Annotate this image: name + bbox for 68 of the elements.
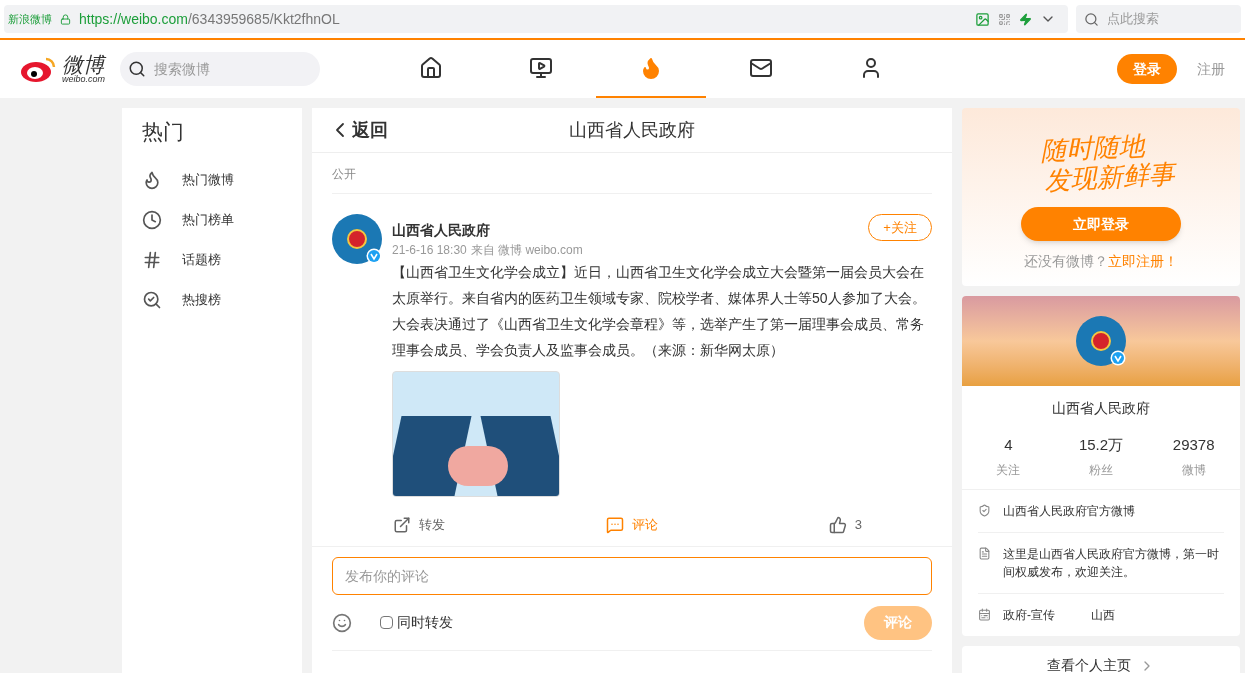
action-button[interactable]: 评论	[606, 514, 658, 535]
search-icon	[142, 289, 162, 310]
url-text: https://weibo.com/6343959685/Kkt2fhnOL	[79, 9, 340, 29]
author-name[interactable]: 山西省人民政府	[392, 220, 490, 241]
lightning-icon[interactable]	[1019, 12, 1032, 26]
browser-search-field[interactable]: 点此搜索	[1076, 5, 1241, 33]
panel-title: 山西省人民政府	[569, 118, 695, 142]
stat-value: 29378	[1172, 435, 1215, 455]
weibo-logo[interactable]: 微博 weibo.com	[20, 54, 120, 84]
login-now-button[interactable]: 立即登录	[1021, 207, 1181, 241]
share-icon	[392, 515, 411, 534]
repost-label: 同时转发	[397, 613, 453, 632]
repost-checkbox[interactable]	[380, 616, 393, 629]
comment-field[interactable]: 发布你的评论	[332, 557, 932, 595]
comment-icon	[606, 515, 624, 534]
stat-label: 微博	[1181, 461, 1206, 479]
search-icon	[1084, 11, 1099, 27]
emblem-icon	[1091, 331, 1111, 351]
register-link[interactable]: 注册	[1197, 58, 1225, 80]
action-button[interactable]: 转发	[392, 514, 445, 535]
calendar-icon	[978, 607, 991, 621]
sidebar-item[interactable]: 热门榜单	[142, 199, 282, 240]
login-button[interactable]: 登录	[1117, 54, 1177, 84]
logo-text: 微博	[62, 54, 106, 75]
register-now-link[interactable]: 立即注册！	[1108, 251, 1178, 272]
search-icon	[128, 60, 146, 78]
sidebar-title: 热门	[142, 119, 185, 145]
logo-subtext: weibo.com	[62, 75, 106, 84]
thumbs-up-icon	[828, 515, 847, 534]
info-tag: 山西	[1091, 605, 1115, 624]
shield-icon	[978, 503, 991, 517]
mail-icon	[749, 56, 773, 80]
slogan-text: 随时随地 发现新鲜事	[1038, 129, 1176, 198]
qr-icon[interactable]	[998, 12, 1011, 26]
picture-icon[interactable]	[975, 11, 990, 27]
smiley-icon[interactable]	[332, 612, 352, 633]
stat-label: 关注	[996, 461, 1021, 479]
register-prompt: 还没有微博？	[1024, 252, 1108, 271]
stat-value: 4	[1004, 435, 1013, 455]
sidebar-item[interactable]: 热搜榜	[142, 279, 282, 320]
site-label: 新浪微博	[8, 11, 52, 27]
flame-icon	[142, 169, 162, 190]
home-icon	[419, 56, 443, 80]
info-text: 山西省人民政府官方微博	[1003, 502, 1135, 520]
visibility-label: 公开	[332, 167, 356, 181]
stat-value: 15.2万	[1078, 435, 1124, 455]
verified-badge-icon	[366, 248, 382, 264]
post-time: 21-6-16 18:30	[392, 242, 467, 259]
profile-name: 山西省人民政府	[1051, 399, 1151, 418]
verified-badge-icon	[1110, 350, 1126, 366]
view-profile-link[interactable]: 查看个人主页	[962, 645, 1240, 673]
sidebar-item[interactable]: 热门微博	[142, 159, 282, 200]
tv-icon	[529, 56, 553, 80]
stat-label: 粉丝	[1089, 461, 1113, 479]
back-button[interactable]: 返回	[328, 116, 388, 144]
post-text: 【山西省卫生文化学会成立】近日，山西省卫生文化学会成立大会暨第一届会员大会在太原举行。来自省内的医药卫生领域专家、院校学者、媒体界人士等50人参加了大会。大会表决通过了《山西省卫生文化学会章程》等，选举产生了第一届理事会成员、常务理事会成员、学会负责人及监事会成员。（来源：新华网太原）	[392, 263, 927, 360]
info-text: 政府-宣传	[1003, 606, 1055, 624]
document-icon	[978, 546, 991, 560]
lock-icon	[60, 13, 71, 25]
sidebar-item[interactable]: 话题榜	[142, 239, 282, 280]
info-text: 这里是山西省人民政府官方微博，第一时间权威发布，欢迎关注。	[1003, 545, 1220, 581]
post-source: 来自 微博 weibo.com	[470, 242, 583, 259]
clock-icon	[142, 209, 162, 230]
search-field[interactable]: 搜索微博	[120, 52, 320, 86]
emblem-icon	[347, 229, 367, 249]
address-bar[interactable]: 新浪微博 https://weibo.com/6343959685/Kkt2fhnOL	[4, 5, 1068, 33]
action-button[interactable]: 3	[828, 514, 862, 535]
hash-icon	[142, 249, 162, 270]
